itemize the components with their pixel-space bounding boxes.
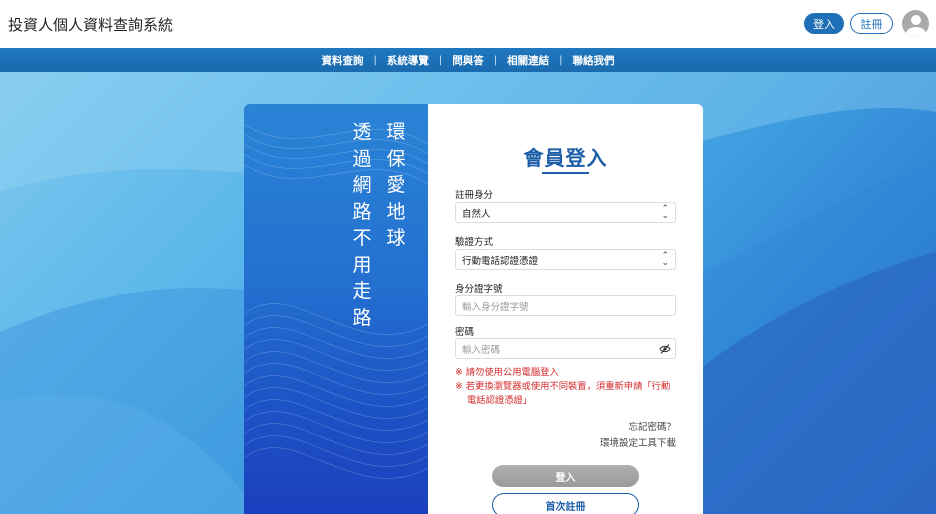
slogan-char: 地 (386, 200, 406, 223)
slogan-left-column: 透 過 網 路 不 用 走 路 (351, 119, 373, 331)
method-label: 驗證方式 (455, 237, 494, 248)
password-placeholder: 輸入密碼 (462, 344, 501, 356)
nav-item-system-guide[interactable]: 系統導覽 (377, 53, 439, 68)
slogan-char: 網 (352, 174, 372, 196)
id-number-label: 身分證字號 (455, 284, 503, 295)
slogan-char: 過 (352, 147, 372, 170)
slogan-char: 保 (386, 147, 406, 170)
site-title[interactable]: 投資人個人資料查詢系統 (8, 14, 173, 35)
nav-item-faq[interactable]: 問與答 (442, 53, 494, 68)
form-title: 會員登入 (523, 146, 608, 170)
title-underline (542, 172, 589, 174)
avatar-body (905, 27, 926, 37)
login-button[interactable]: 登入 (492, 465, 639, 487)
top-header: 投資人個人資料查詢系統 登入 註冊 (0, 0, 936, 48)
warning-browser-change-line2: 電話認證憑證」 (467, 395, 533, 406)
nav-item-related-links[interactable]: 相關連結 (497, 53, 559, 68)
avatar-head (910, 15, 921, 25)
id-number-placeholder: 輸入身分證字號 (462, 301, 529, 313)
password-input[interactable]: 輸入密碼 (455, 338, 676, 359)
main-nav: 資料查詢 | 系統導覽 | 問與答 | 相關連結 | 聯絡我們 (0, 48, 936, 72)
slogan-char: 環 (386, 121, 406, 143)
header-login-button[interactable]: 登入 (804, 13, 844, 34)
identity-label: 註冊身分 (455, 190, 494, 201)
slogan-right-column: 環 保 愛 地 球 (385, 119, 407, 252)
slogan-char: 球 (386, 227, 406, 249)
slogan-char: 走 (352, 280, 372, 302)
warning-public-computer: ※ 請勿使用公用電腦登入 (455, 367, 559, 378)
slogan-panel: 環 保 愛 地 球 透 過 網 路 不 用 走 路 (244, 104, 428, 514)
eye-slash-icon[interactable] (659, 343, 671, 355)
identity-select[interactable]: 自然人 ⌃ ⌄ (455, 202, 676, 223)
slogan-char: 愛 (386, 174, 406, 196)
header-register-button[interactable]: 註冊 (850, 13, 893, 34)
forgot-password-link[interactable]: 忘記密碼？ (628, 419, 676, 433)
login-form: 會員登入 註冊身分 自然人 ⌃ ⌄ 驗證方式 行動電話認證憑證 ⌃ ⌄ 身分證字號 … (428, 104, 703, 514)
slogan-char: 路 (352, 200, 372, 223)
header-actions: 登入 註冊 (804, 10, 929, 37)
identity-select-value: 自然人 (462, 208, 491, 220)
slogan-char: 用 (352, 253, 372, 276)
first-register-button[interactable]: 首次註冊 (492, 493, 639, 514)
method-select-value: 行動電話認證憑證 (462, 255, 539, 267)
nav-item-contact-us[interactable]: 聯絡我們 (563, 53, 625, 68)
login-card: 環 保 愛 地 球 透 過 網 路 不 用 走 路 會員登入 註冊身分 自然人 … (244, 104, 703, 514)
user-avatar-icon[interactable] (902, 10, 929, 37)
slogan-char: 路 (352, 306, 372, 329)
chevron-updown-icon: ⌃ ⌄ (661, 204, 669, 221)
method-select[interactable]: 行動電話認證憑證 ⌃ ⌄ (455, 249, 676, 270)
password-label: 密碼 (455, 327, 475, 338)
slogan-char: 透 (352, 121, 372, 143)
chevron-updown-icon: ⌃ ⌄ (661, 251, 669, 268)
nav-item-data-query[interactable]: 資料查詢 (312, 53, 374, 68)
env-tool-download-link[interactable]: 環境設定工具下載 (600, 435, 676, 449)
id-number-input[interactable]: 輸入身分證字號 (455, 295, 676, 316)
slogan-char: 不 (352, 227, 372, 249)
warning-browser-change-line1: ※ 若更換瀏覽器或使用不同裝置，須重新申請「行動 (455, 381, 671, 392)
